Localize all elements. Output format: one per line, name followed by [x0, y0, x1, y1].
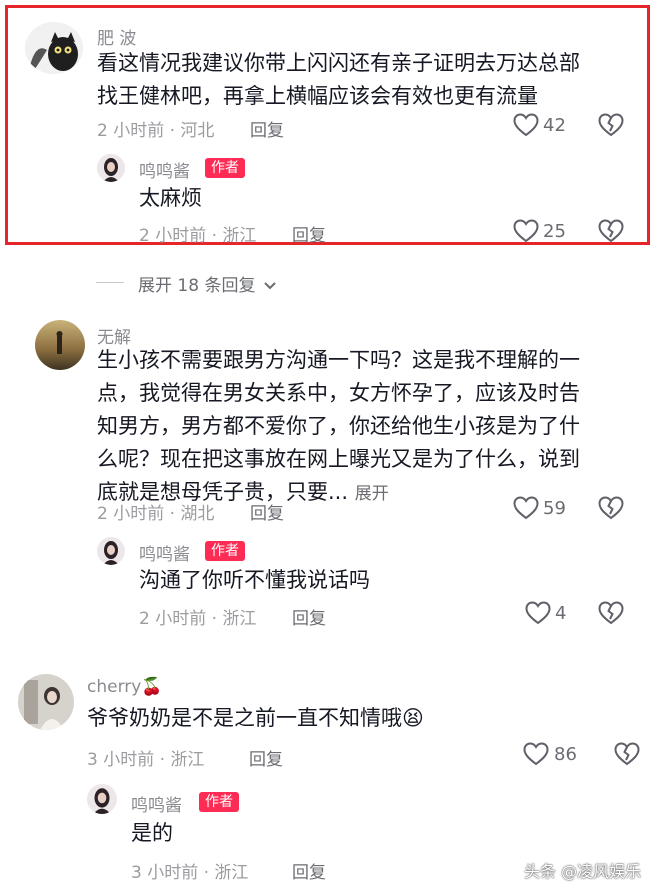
reply-button[interactable]: 回复 — [292, 858, 326, 883]
comment-username[interactable]: 肥 波 — [97, 24, 136, 49]
reply-text: 沟通了你听不懂我说话吗 — [139, 568, 370, 592]
broken-heart-icon[interactable] — [614, 742, 640, 766]
expand-replies-label: 展开 18 条回复 — [138, 276, 256, 296]
broken-heart-icon[interactable] — [598, 601, 624, 625]
like-count: 4 — [555, 603, 567, 624]
heart-outline-icon[interactable] — [513, 496, 539, 520]
reply-button[interactable]: 回复 — [249, 745, 283, 770]
reply-button[interactable]: 回复 — [292, 221, 326, 246]
broken-heart-icon[interactable] — [598, 113, 624, 137]
comment-text: 看这情况我建议你带上闪闪还有亲子证明去万达总部 找王健林吧，再拿上横幅应该会有效… — [97, 47, 580, 113]
divider-line — [96, 282, 124, 283]
avatar[interactable] — [18, 674, 74, 730]
reply-time-location: 2 小时前 · 浙江 — [139, 226, 257, 246]
like-count: 25 — [543, 221, 566, 242]
like-count: 86 — [554, 744, 577, 765]
chevron-down-icon — [263, 281, 277, 291]
heart-outline-icon[interactable] — [513, 219, 539, 243]
comment-text: 生小孩不需要跟男方沟通一下吗？这是我不理解的一 点，我觉得在男女关系中，女方怀孕… — [97, 344, 580, 511]
like-count: 42 — [543, 115, 566, 136]
comment-time-location: 2 小时前 · 河北 — [97, 121, 215, 141]
broken-heart-icon[interactable] — [598, 219, 624, 243]
comment-line: 么呢？现在把这事放在网上曝光又是为了什么，说到 — [97, 447, 580, 471]
watermark: 头条 @凌风娱乐 — [524, 862, 642, 881]
author-badge: 作者 — [205, 541, 245, 561]
comment-line: 生小孩不需要跟男方沟通一下吗？这是我不理解的一 — [97, 348, 580, 372]
broken-heart-icon[interactable] — [598, 496, 624, 520]
like-count: 59 — [543, 498, 566, 519]
author-badge: 作者 — [199, 792, 239, 812]
comment-username[interactable]: cherry🍒 — [87, 677, 163, 697]
comment-line: 知男方，男方都不爱你了，你还给他生小孩是为了什 — [97, 414, 580, 438]
reply-username[interactable]: 鸣鸣酱 — [139, 540, 190, 565]
expand-text-button[interactable]: 展开 — [355, 484, 389, 504]
reply-username[interactable]: 鸣鸣酱 — [131, 791, 182, 816]
comment-time-location: 3 小时前 · 浙江 — [87, 750, 205, 770]
expand-replies-button[interactable]: 展开 18 条回复 — [138, 271, 277, 296]
reply-username[interactable]: 鸣鸣酱 — [139, 157, 190, 182]
heart-outline-icon[interactable] — [525, 601, 551, 625]
reply-text: 是的 — [131, 821, 173, 845]
comment-line: 点，我觉得在男女关系中，女方怀孕了，应该及时告 — [97, 381, 580, 405]
avatar[interactable] — [87, 784, 117, 814]
avatar[interactable] — [25, 22, 83, 74]
reply-button[interactable]: 回复 — [292, 604, 326, 629]
avatar[interactable] — [97, 154, 125, 182]
heart-outline-icon[interactable] — [523, 742, 549, 766]
comment-line: 看这情况我建议你带上闪闪还有亲子证明去万达总部 — [97, 51, 580, 75]
comment-time-location: 2 小时前 · 湖北 — [97, 504, 215, 524]
reply-button[interactable]: 回复 — [250, 499, 284, 524]
reply-time-location: 3 小时前 · 浙江 — [131, 863, 249, 883]
reply-time-location: 2 小时前 · 浙江 — [139, 609, 257, 629]
author-badge: 作者 — [205, 158, 245, 178]
avatar[interactable] — [97, 537, 125, 565]
avatar[interactable] — [35, 320, 85, 370]
comment-line: 找王健林吧，再拿上横幅应该会有效也更有流量 — [97, 84, 538, 108]
reply-text: 太麻烦 — [139, 186, 202, 210]
heart-outline-icon[interactable] — [513, 113, 539, 137]
reply-button[interactable]: 回复 — [250, 116, 284, 141]
comment-text: 爷爷奶奶是不是之前一直不知情哦😫 — [87, 706, 424, 730]
